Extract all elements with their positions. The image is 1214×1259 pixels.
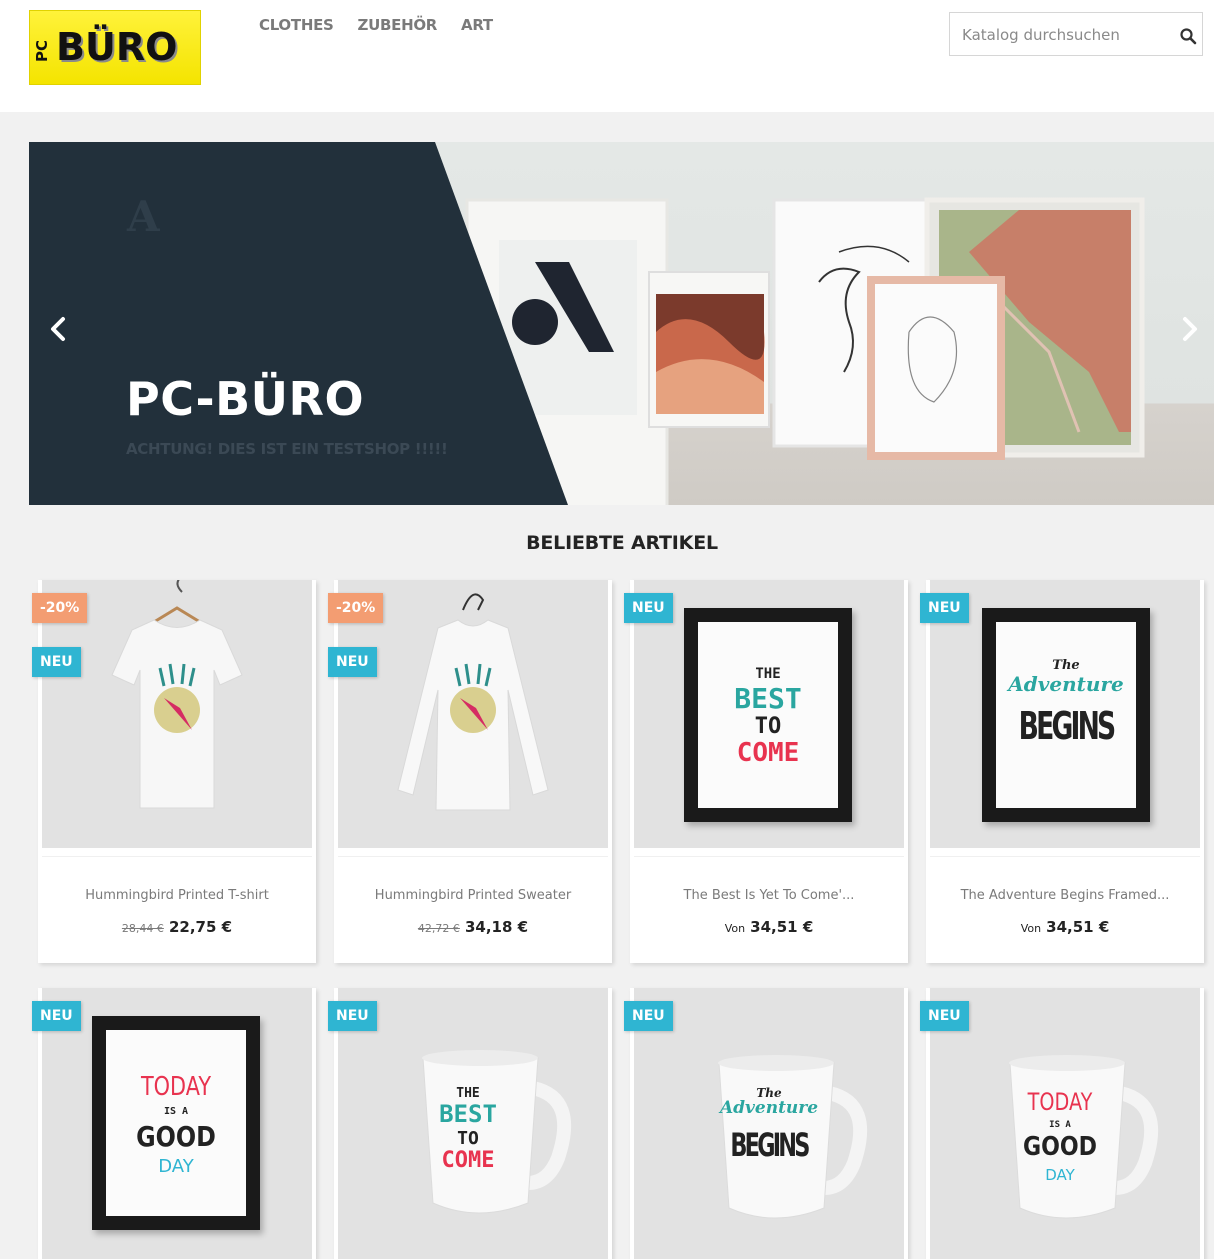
product-image[interactable]: TODAY IS A GOOD DAY <box>42 988 312 1259</box>
poster-line: Adventure <box>1008 672 1124 696</box>
current-price: 34,51 € <box>1046 918 1110 936</box>
chevron-right-icon[interactable] <box>1179 314 1201 344</box>
old-price: 28,44 € <box>121 922 164 935</box>
product-image[interactable]: THE BEST TO COME <box>634 580 904 848</box>
mug-line: COME <box>441 1148 495 1173</box>
nav-item-art[interactable]: ART <box>461 16 493 34</box>
mug-line: THE <box>456 1086 480 1101</box>
poster-line: GOOD <box>136 1120 216 1153</box>
poster-line: The <box>1052 658 1080 673</box>
new-badge: NEU <box>32 647 81 677</box>
product-card[interactable]: The Adventure BEGINS NEU <box>624 988 908 1259</box>
mug-line: GOOD <box>1022 1132 1098 1162</box>
product-image[interactable]: The Adventure BEGINS <box>930 580 1200 848</box>
new-badge: NEU <box>920 593 969 623</box>
poster-line: BEST <box>734 682 802 715</box>
price-prefix: Von <box>724 922 746 935</box>
current-price: 22,75 € <box>168 918 233 936</box>
hero-carousel[interactable]: A PC-BÜRO ACHTUNG! DIES IST EIN TESTSHOP… <box>29 142 1214 505</box>
new-badge: NEU <box>328 647 377 677</box>
logo-text: BÜRO <box>56 25 178 69</box>
card-divider <box>930 856 1200 857</box>
card-divider <box>634 856 904 857</box>
card-divider <box>42 856 312 857</box>
old-price: 42,72 € <box>417 922 460 935</box>
mug-line: BEGINS <box>730 1126 810 1164</box>
section-title: BELIEBTE ARTIKEL <box>526 532 718 554</box>
mug-line: IS A <box>1049 1120 1071 1130</box>
logo-small-text: PC <box>33 40 51 63</box>
discount-badge: -20% <box>328 593 384 623</box>
site-header: PC BÜRO CLOTHES ZUBEHÖR ART <box>0 0 1214 112</box>
new-badge: NEU <box>624 1001 673 1031</box>
poster-line: TO <box>754 714 782 739</box>
mug-line: DAY <box>1045 1166 1075 1184</box>
new-badge: NEU <box>32 1001 81 1031</box>
product-card[interactable]: TODAY IS A GOOD DAY NEU <box>32 988 316 1259</box>
framed-poster: TODAY IS A GOOD DAY <box>92 1016 260 1230</box>
product-image[interactable]: The Adventure BEGINS <box>634 988 904 1259</box>
product-card[interactable]: THE BEST TO COME NEU <box>328 988 612 1259</box>
product-name[interactable]: The Adventure Begins Framed... <box>926 888 1204 903</box>
card-divider <box>338 856 608 857</box>
search-icon[interactable] <box>1179 27 1197 45</box>
discount-badge: -20% <box>32 593 88 623</box>
product-card[interactable]: -20% NEU Hummingbird Printed T-shirt 28,… <box>32 580 316 963</box>
search-box <box>949 12 1203 56</box>
chevron-left-icon[interactable] <box>47 314 69 344</box>
product-card[interactable]: TODAY IS A GOOD DAY NEU <box>920 988 1204 1259</box>
poster-line: COME <box>736 738 800 768</box>
mug-line: TO <box>457 1128 479 1149</box>
poster-line: TODAY <box>140 1072 212 1102</box>
new-badge: NEU <box>624 593 673 623</box>
product-card[interactable]: THE BEST TO COME NEU The Best Is Yet To … <box>624 580 908 963</box>
product-image[interactable]: TODAY IS A GOOD DAY <box>930 988 1200 1259</box>
poster-line: DAY <box>158 1156 194 1177</box>
search-input[interactable] <box>962 23 1162 47</box>
nav-item-zubehoer[interactable]: ZUBEHÖR <box>358 16 438 34</box>
main-nav: CLOTHES ZUBEHÖR ART <box>259 16 493 34</box>
poster-line: IS A <box>163 1106 189 1117</box>
poster-line: BEGINS <box>1018 704 1117 748</box>
product-name[interactable]: The Best Is Yet To Come'... <box>630 888 908 903</box>
price-prefix: Von <box>1020 922 1042 935</box>
new-badge: NEU <box>328 1001 377 1031</box>
slide-subtitle: ACHTUNG! DIES IST EIN TESTSHOP !!!!! <box>126 440 448 458</box>
product-name[interactable]: Hummingbird Printed T-shirt <box>38 888 316 903</box>
new-badge: NEU <box>920 1001 969 1031</box>
price-row: 42,72 € 34,18 € <box>334 917 612 936</box>
mug-line: TODAY <box>1027 1088 1093 1116</box>
product-name[interactable]: Hummingbird Printed Sweater <box>334 888 612 903</box>
current-price: 34,51 € <box>750 918 814 936</box>
slide-watermark-icon: A <box>127 192 160 241</box>
nav-item-clothes[interactable]: CLOTHES <box>259 16 334 34</box>
price-row: 28,44 € 22,75 € <box>38 917 316 936</box>
logo[interactable]: PC BÜRO <box>29 10 201 85</box>
price-row: Von 34,51 € <box>926 917 1204 936</box>
mug-line: BEST <box>439 1100 497 1128</box>
current-price: 34,18 € <box>464 918 529 936</box>
mug-line: Adventure <box>719 1098 819 1118</box>
framed-poster: THE BEST TO COME <box>684 608 852 822</box>
product-image[interactable]: THE BEST TO COME <box>338 988 608 1259</box>
slide-title: PC-BÜRO <box>126 372 365 426</box>
poster-line: THE <box>755 666 781 682</box>
price-row: Von 34,51 € <box>630 917 908 936</box>
product-card[interactable]: -20% NEU Hummingbird Printed Sweater 42,… <box>328 580 612 963</box>
framed-poster: The Adventure BEGINS <box>982 608 1150 822</box>
product-card[interactable]: The Adventure BEGINS NEU The Adventure B… <box>920 580 1204 963</box>
